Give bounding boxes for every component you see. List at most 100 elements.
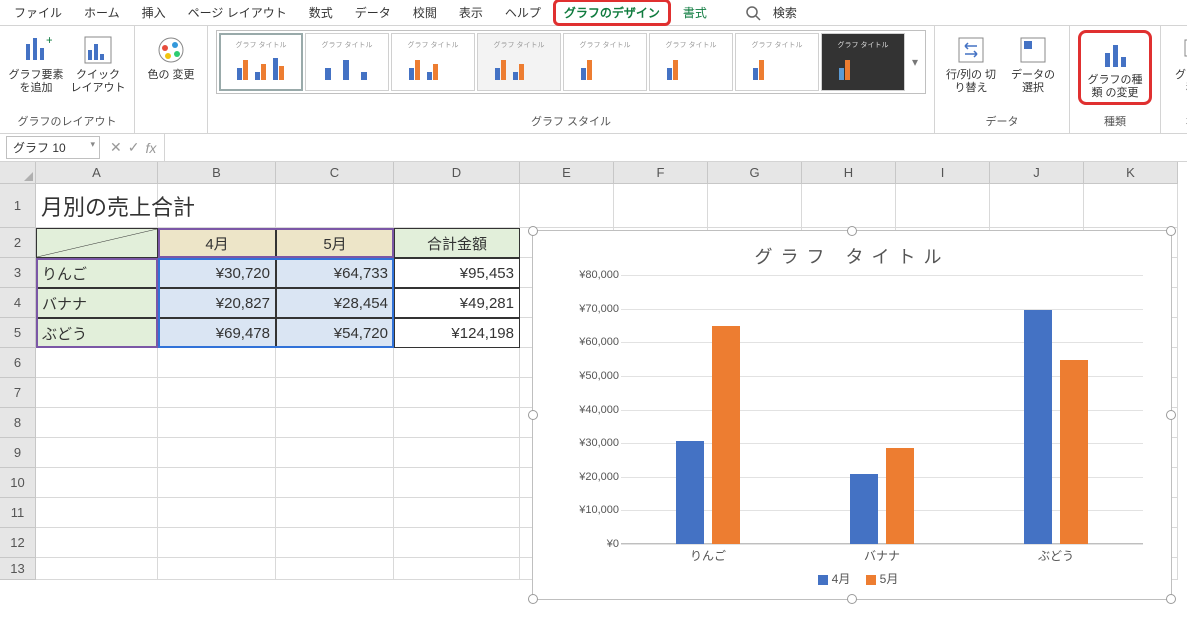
row-header-1[interactable]: 1: [0, 184, 36, 228]
menu-data[interactable]: データ: [345, 1, 401, 24]
row-header-6[interactable]: 6: [0, 348, 36, 378]
col-header-A[interactable]: A: [36, 162, 158, 184]
cell[interactable]: [394, 378, 520, 408]
col-header-B[interactable]: B: [158, 162, 276, 184]
col-header-C[interactable]: C: [276, 162, 394, 184]
row-header-10[interactable]: 10: [0, 468, 36, 498]
col-header-G[interactable]: G: [708, 162, 802, 184]
cell[interactable]: [394, 498, 520, 528]
cell[interactable]: [36, 378, 158, 408]
worksheet[interactable]: ABCDEFGHIJK 12345678910111213 月別の売上合計4月5…: [0, 162, 1187, 642]
chart-bar[interactable]: [712, 326, 740, 544]
row-header-11[interactable]: 11: [0, 498, 36, 528]
chart-resize-handle[interactable]: [1166, 410, 1176, 420]
chart-resize-handle[interactable]: [528, 226, 538, 236]
col-header-K[interactable]: K: [1084, 162, 1178, 184]
cell[interactable]: [276, 378, 394, 408]
chart-style-6[interactable]: グラフ タイトル: [649, 33, 733, 91]
cell[interactable]: [36, 528, 158, 558]
table-header-month1[interactable]: 4月: [158, 228, 276, 258]
cell[interactable]: [276, 498, 394, 528]
chart-legend[interactable]: 4月 5月: [539, 566, 1165, 593]
formula-input[interactable]: [165, 146, 1187, 150]
fx-icon[interactable]: fx: [145, 140, 156, 156]
cell[interactable]: [158, 438, 276, 468]
menu-format[interactable]: 書式: [673, 1, 717, 24]
switch-row-col-button[interactable]: 行/列の 切り替え: [943, 30, 999, 95]
chart-resize-handle[interactable]: [847, 594, 857, 604]
menu-search[interactable]: 検索: [763, 1, 807, 24]
chart-style-3[interactable]: グラフ タイトル: [391, 33, 475, 91]
add-chart-element-button[interactable]: + グラフ要素 を追加: [8, 30, 64, 95]
cell[interactable]: [276, 468, 394, 498]
table-rowname-0[interactable]: りんご: [36, 258, 158, 288]
cell[interactable]: [36, 558, 158, 580]
row-header-2[interactable]: 2: [0, 228, 36, 258]
row-header-9[interactable]: 9: [0, 438, 36, 468]
table-header-month2[interactable]: 5月: [276, 228, 394, 258]
row-header-4[interactable]: 4: [0, 288, 36, 318]
chart-bar[interactable]: [886, 448, 914, 544]
confirm-icon[interactable]: ✓: [128, 139, 140, 156]
chart-style-2[interactable]: グラフ タイトル: [305, 33, 389, 91]
cell[interactable]: [276, 408, 394, 438]
chart-resize-handle[interactable]: [528, 410, 538, 420]
cell[interactable]: [158, 558, 276, 580]
cell[interactable]: [394, 438, 520, 468]
row-header-8[interactable]: 8: [0, 408, 36, 438]
move-chart-button[interactable]: グラフの 移動: [1169, 30, 1187, 95]
select-all-corner[interactable]: [0, 162, 36, 184]
table-cell[interactable]: ¥28,454: [276, 288, 394, 318]
table-cell[interactable]: ¥64,733: [276, 258, 394, 288]
cell[interactable]: [158, 528, 276, 558]
row-header-12[interactable]: 12: [0, 528, 36, 558]
chart-style-gallery[interactable]: グラフ タイトル グラフ タイトル グラフ タイトル グラフ タイトル グラフ …: [216, 30, 926, 94]
change-chart-type-button[interactable]: グラフの種類 の変更: [1083, 35, 1147, 100]
chart-style-1[interactable]: グラフ タイトル: [219, 33, 303, 91]
cell[interactable]: [36, 498, 158, 528]
table-rowname-2[interactable]: ぶどう: [36, 318, 158, 348]
chart-bar[interactable]: [1060, 360, 1088, 544]
cell[interactable]: [158, 408, 276, 438]
cell[interactable]: [394, 348, 520, 378]
chart-bar[interactable]: [676, 441, 704, 544]
cell[interactable]: [394, 558, 520, 580]
col-header-F[interactable]: F: [614, 162, 708, 184]
menu-view[interactable]: 表示: [449, 1, 493, 24]
cell[interactable]: [36, 408, 158, 438]
cell[interactable]: [276, 348, 394, 378]
cell[interactable]: [276, 558, 394, 580]
menu-page-layout[interactable]: ページ レイアウト: [178, 1, 297, 24]
table-cell[interactable]: ¥95,453: [394, 258, 520, 288]
search-icon[interactable]: [745, 5, 761, 21]
table-cell[interactable]: ¥69,478: [158, 318, 276, 348]
select-data-button[interactable]: データの 選択: [1005, 30, 1061, 95]
cell[interactable]: [158, 498, 276, 528]
col-header-E[interactable]: E: [520, 162, 614, 184]
quick-layout-button[interactable]: クイック レイアウト: [70, 30, 126, 95]
chart-plot-area[interactable]: ¥0¥10,000¥20,000¥30,000¥40,000¥50,000¥60…: [557, 271, 1147, 566]
chart-style-8[interactable]: グラフ タイトル: [821, 33, 905, 91]
cell[interactable]: [1084, 184, 1178, 228]
chart-resize-handle[interactable]: [1166, 594, 1176, 604]
row-header-7[interactable]: 7: [0, 378, 36, 408]
cell[interactable]: [36, 348, 158, 378]
style-gallery-more-icon[interactable]: ▾: [907, 33, 923, 91]
cell[interactable]: [394, 528, 520, 558]
col-header-I[interactable]: I: [896, 162, 990, 184]
cell[interactable]: [158, 378, 276, 408]
chart-resize-handle[interactable]: [1166, 226, 1176, 236]
name-box[interactable]: グラフ 10: [6, 136, 100, 159]
table-cell[interactable]: ¥30,720: [158, 258, 276, 288]
cell[interactable]: [36, 438, 158, 468]
cancel-icon[interactable]: ✕: [110, 139, 122, 156]
cell[interactable]: [276, 528, 394, 558]
cell[interactable]: [990, 184, 1084, 228]
chart-resize-handle[interactable]: [528, 594, 538, 604]
table-cell[interactable]: ¥124,198: [394, 318, 520, 348]
table-rowname-1[interactable]: バナナ: [36, 288, 158, 318]
cell[interactable]: [394, 408, 520, 438]
table-title[interactable]: 月別の売上合計: [36, 184, 520, 228]
chart-bar[interactable]: [850, 474, 878, 544]
chart-resize-handle[interactable]: [847, 226, 857, 236]
